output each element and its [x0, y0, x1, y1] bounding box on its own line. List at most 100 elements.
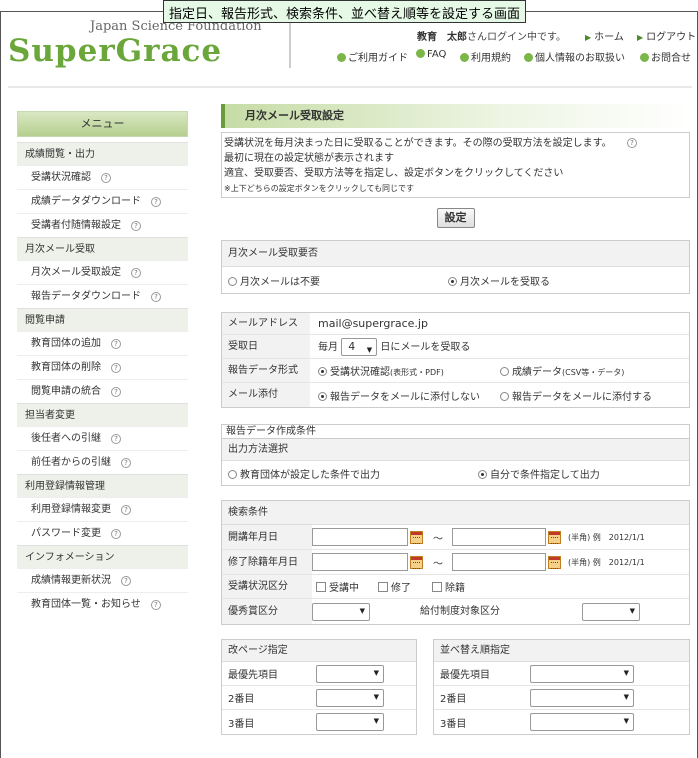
radio-checked-icon — [318, 367, 327, 376]
logout-link[interactable]: ▶ ログアウト — [637, 28, 696, 43]
help-icon[interactable]: ? — [101, 173, 111, 183]
calendar-icon[interactable] — [410, 530, 423, 544]
help-icon[interactable]: ? — [111, 339, 121, 349]
bullet-icon — [640, 53, 649, 62]
method-self-radio[interactable]: 自分で条件指定して出力 — [478, 466, 600, 481]
radio-label: 教育団体が設定した条件で出力 — [240, 469, 380, 481]
status-withdrawn-checkbox[interactable]: 除籍 — [432, 579, 465, 594]
radio-label: 月次メールは不要 — [240, 276, 320, 288]
page-break-third-select[interactable] — [316, 713, 384, 731]
sidebar-item-add-org[interactable]: 教育団体の追加? — [17, 331, 188, 355]
field-label: 報告データ形式 — [222, 359, 310, 382]
section-title: 改ページ指定 — [222, 640, 416, 662]
radio-checked-icon — [448, 276, 457, 286]
method-org-radio[interactable]: 教育団体が設定した条件で出力 — [222, 466, 478, 481]
row-label: 最優先項目 — [440, 670, 490, 681]
end-date-to-input[interactable] — [452, 553, 546, 571]
start-date-to-input[interactable] — [452, 528, 546, 546]
sidebar-item-label: 教育団体の追加 — [31, 338, 101, 349]
sidebar-item-update-status[interactable]: 成績情報更新状況? — [17, 568, 188, 592]
award-select[interactable] — [312, 602, 370, 621]
sidebar-category: 月次メール受取 — [17, 237, 188, 260]
sidebar-item-password[interactable]: パスワード変更? — [17, 521, 188, 545]
mail-needed-radio[interactable]: 月次メールを受取る — [448, 273, 550, 288]
mail-not-needed-radio[interactable]: 月次メールは不要 — [222, 273, 448, 288]
menu-header: メニュー — [17, 111, 188, 137]
sort-priority-select[interactable] — [530, 664, 634, 683]
bullet-icon — [337, 53, 346, 62]
sort-third-select[interactable] — [530, 713, 634, 731]
calendar-icon[interactable] — [548, 555, 561, 569]
screen-caption: 指定日、報告形式、検索条件、並べ替え順等を設定する画面 — [163, 0, 527, 23]
help-icon[interactable]: ? — [131, 221, 141, 231]
sidebar: メニュー 成績閲覧・出力 受講状況確認? 成績データダウンロード? 受講者付随情… — [17, 111, 188, 616]
header-rule — [8, 86, 692, 88]
help-icon[interactable]: ? — [121, 505, 131, 515]
help-icon[interactable]: ? — [111, 434, 121, 444]
sidebar-item-attendance[interactable]: 受講状況確認? — [17, 165, 188, 189]
section-title: 月次メール受取要否 — [222, 241, 689, 267]
search-conditions-section: 検索条件 開講年月日 ～ (半角) 例 2012/1/1 修了除籍年月日 ～ (… — [221, 500, 690, 625]
page-break-second-select[interactable] — [316, 688, 384, 707]
bullet-icon — [524, 53, 533, 62]
help-icon[interactable]: ? — [111, 529, 121, 539]
row-label: 3番目 — [440, 718, 467, 730]
page-break-priority-select[interactable] — [316, 664, 384, 683]
mail-settings-section: メールアドレス mail@supergrace.jp 受取日 毎月 4 日にメー… — [221, 312, 690, 408]
sidebar-item-handover-to[interactable]: 後任者への引継? — [17, 426, 188, 450]
logo[interactable]: SuperGrace — [8, 33, 222, 69]
desc-note: ※上下どちらの設定ボタンをクリックしても同じです — [224, 184, 415, 193]
checkbox-icon — [378, 582, 388, 592]
help-icon[interactable]: ? — [151, 197, 161, 207]
calendar-icon[interactable] — [410, 555, 423, 569]
calendar-icon[interactable] — [548, 530, 561, 544]
sidebar-item-org-list[interactable]: 教育団体一覧・お知らせ? — [17, 592, 188, 616]
end-date-from-input[interactable] — [312, 553, 408, 571]
start-date-from-input[interactable] — [312, 528, 408, 546]
attach-no-radio[interactable]: 報告データをメールに添付しない — [310, 388, 500, 403]
sidebar-item-monthly-mail[interactable]: 月次メール受取設定? — [17, 260, 188, 284]
status-completed-checkbox[interactable]: 修了 — [378, 579, 432, 594]
sidebar-item-handover-from[interactable]: 前任者からの引継? — [17, 450, 188, 474]
sidebar-item-label: 閲覧申請の統合 — [31, 386, 101, 397]
radio-checked-icon — [478, 469, 487, 479]
sidebar-item-registration[interactable]: 利用登録情報変更? — [17, 497, 188, 521]
set-button[interactable]: 設定 — [436, 208, 475, 228]
desc-line: 最初に現在の設定状態が表示されます — [224, 153, 394, 164]
help-icon[interactable]: ? — [150, 600, 161, 610]
sidebar-item-label: 教育団体一覧・お知らせ — [31, 599, 141, 610]
field-label: 優秀賞区分 — [222, 599, 312, 624]
terms-label: 利用規約 — [471, 53, 511, 64]
contact-link[interactable]: お問合せ — [640, 49, 691, 64]
attach-yes-radio[interactable]: 報告データをメールに添付する — [500, 388, 652, 403]
status-in-progress-checkbox[interactable]: 受講中 — [312, 579, 378, 594]
day-select[interactable]: 4 — [341, 337, 378, 358]
sidebar-item-label: 月次メール受取設定 — [31, 267, 121, 278]
privacy-link[interactable]: 個人情報のお取扱い — [524, 49, 625, 64]
help-icon[interactable]: ? — [131, 268, 141, 278]
guide-link[interactable]: ご利用ガイド — [337, 49, 408, 64]
sort-second-select[interactable] — [530, 688, 634, 707]
field-label: 受講状況区分 — [222, 575, 312, 598]
sidebar-item-merge-request[interactable]: 閲覧申請の統合? — [17, 379, 188, 403]
help-icon[interactable]: ? — [627, 138, 637, 148]
help-icon[interactable]: ? — [151, 292, 161, 302]
format-attendance-radio[interactable]: 受講状況確認(表形式・PDF) — [310, 363, 500, 378]
help-icon[interactable]: ? — [111, 363, 121, 373]
contact-label: お問合せ — [651, 53, 691, 64]
sidebar-item-remove-org[interactable]: 教育団体の削除? — [17, 355, 188, 379]
help-icon[interactable]: ? — [121, 576, 131, 586]
row-label: 最優先項目 — [228, 670, 278, 681]
sidebar-item-label: パスワード変更 — [31, 528, 101, 539]
help-icon[interactable]: ? — [111, 387, 121, 397]
faq-link[interactable]: FAQ — [416, 49, 446, 60]
home-link[interactable]: ▶ ホーム — [585, 28, 624, 43]
benefit-select[interactable] — [582, 602, 640, 621]
help-icon[interactable]: ? — [121, 458, 131, 468]
mail-address-value: mail@supergrace.jp — [318, 317, 428, 330]
sidebar-item-grade-download[interactable]: 成績データダウンロード? — [17, 189, 188, 213]
sidebar-item-attendee-info[interactable]: 受講者付随情報設定? — [17, 213, 188, 237]
terms-link[interactable]: 利用規約 — [460, 49, 511, 64]
format-grade-radio[interactable]: 成績データ(CSV等・データ) — [500, 363, 624, 378]
sidebar-item-report-download[interactable]: 報告データダウンロード? — [17, 284, 188, 308]
